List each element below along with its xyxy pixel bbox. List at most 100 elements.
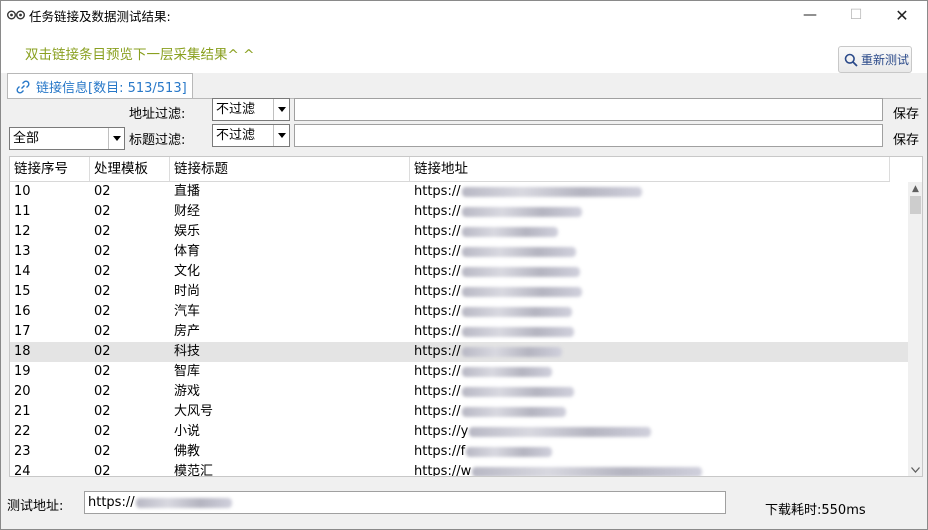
title-filter-label: 标题过滤: bbox=[129, 133, 186, 148]
table-row[interactable]: 13 02 体育 https:// bbox=[10, 242, 908, 262]
cell-title: 小说 bbox=[174, 424, 201, 439]
cell-index: 15 bbox=[14, 284, 31, 299]
chevron-down-icon bbox=[273, 125, 289, 146]
minimize-button[interactable]: — bbox=[787, 1, 833, 29]
address-filter-input[interactable] bbox=[294, 98, 883, 121]
cell-template: 02 bbox=[94, 444, 111, 459]
app-window: 任务链接及数据测试结果: — ☐ ✕ 双击链接条目预览下一层采集结果^ ^ 重新… bbox=[0, 0, 928, 530]
redacted-text bbox=[461, 246, 576, 257]
cell-index: 23 bbox=[14, 444, 31, 459]
window-title: 任务链接及数据测试结果: bbox=[29, 9, 171, 24]
redacted-text bbox=[461, 186, 642, 197]
maximize-icon: ☐ bbox=[849, 7, 863, 23]
cell-url: https:// bbox=[410, 362, 890, 382]
table-body: 10 02 直播 https:// 11 02 财经 https:// 12 02 娱乐 https:… bbox=[10, 182, 908, 477]
table-row[interactable]: 21 02 大风号 https:// bbox=[10, 402, 908, 422]
cell-url: https:// bbox=[410, 342, 890, 362]
redacted-text bbox=[461, 266, 580, 277]
title-bar: 任务链接及数据测试结果: — ☐ ✕ bbox=[1, 1, 927, 29]
title-filter-input[interactable] bbox=[294, 124, 883, 147]
cell-title: 科技 bbox=[174, 344, 201, 359]
cell-url: https:// bbox=[410, 402, 890, 422]
redacted-text bbox=[461, 206, 582, 217]
table-header: 链接序号 处理模板 链接标题 链接地址 bbox=[10, 157, 890, 182]
redacted-text bbox=[461, 326, 574, 337]
title-filter-select[interactable]: 不过滤 bbox=[212, 124, 290, 147]
column-header-url[interactable]: 链接地址 bbox=[410, 157, 890, 181]
title-filter-value: 不过滤 bbox=[216, 128, 256, 143]
cell-url: https:// bbox=[410, 242, 890, 262]
cell-title: 时尚 bbox=[174, 284, 201, 299]
cell-index: 13 bbox=[14, 244, 31, 259]
cell-template: 02 bbox=[94, 264, 111, 279]
cell-url: https:// bbox=[410, 202, 890, 222]
scroll-thumb[interactable] bbox=[910, 196, 921, 214]
scroll-down-icon[interactable] bbox=[908, 463, 922, 476]
cell-index: 14 bbox=[14, 264, 31, 279]
table-row[interactable]: 12 02 娱乐 https:// bbox=[10, 222, 908, 242]
table-row[interactable]: 17 02 房产 https:// bbox=[10, 322, 908, 342]
table-row[interactable]: 10 02 直播 https:// bbox=[10, 182, 908, 202]
cell-template: 02 bbox=[94, 424, 111, 439]
link-icon bbox=[16, 79, 30, 94]
chevron-down-icon bbox=[108, 128, 124, 149]
redacted-text bbox=[461, 286, 582, 297]
retest-button[interactable]: 重新测试 bbox=[838, 46, 912, 73]
address-save-button[interactable]: 保存 bbox=[893, 103, 919, 122]
cell-title: 模范汇 bbox=[174, 464, 214, 477]
table-row[interactable]: 11 02 财经 https:// bbox=[10, 202, 908, 222]
cell-url: https:// bbox=[410, 302, 890, 322]
redacted-text bbox=[461, 386, 574, 397]
column-header-title[interactable]: 链接标题 bbox=[170, 157, 410, 181]
cell-title: 大风号 bbox=[174, 404, 214, 419]
cell-template: 02 bbox=[94, 284, 111, 299]
table-row[interactable]: 18 02 科技 https:// bbox=[10, 342, 908, 362]
table-row[interactable]: 15 02 时尚 https:// bbox=[10, 282, 908, 302]
cell-url: https:// bbox=[410, 382, 890, 402]
cell-template: 02 bbox=[94, 224, 111, 239]
retest-label: 重新测试 bbox=[861, 53, 910, 67]
cell-title: 文化 bbox=[174, 264, 201, 279]
title-save-button[interactable]: 保存 bbox=[893, 129, 919, 148]
redacted-text bbox=[461, 226, 558, 237]
tab-link-info[interactable]: 链接信息[数目: 513/513] bbox=[7, 73, 193, 99]
table-row[interactable]: 20 02 游戏 https:// bbox=[10, 382, 908, 402]
scroll-up-icon[interactable]: ▲ bbox=[908, 182, 922, 196]
test-url-label: 测试地址: bbox=[7, 499, 64, 514]
close-button[interactable]: ✕ bbox=[879, 1, 925, 29]
cell-title: 直播 bbox=[174, 184, 201, 199]
cell-index: 17 bbox=[14, 324, 31, 339]
redacted-text bbox=[135, 497, 232, 508]
vertical-scrollbar[interactable]: ▲ bbox=[908, 182, 922, 476]
cell-url: https:// bbox=[410, 262, 890, 282]
category-select[interactable]: 全部 bbox=[9, 127, 125, 150]
maximize-button[interactable]: ☐ bbox=[833, 1, 879, 29]
column-header-template[interactable]: 处理模板 bbox=[90, 157, 170, 181]
search-icon bbox=[844, 53, 858, 67]
minimize-icon: — bbox=[803, 7, 817, 23]
redacted-text bbox=[469, 426, 652, 437]
address-filter-select[interactable]: 不过滤 bbox=[212, 98, 290, 121]
cell-title: 汽车 bbox=[174, 304, 201, 319]
table-row[interactable]: 22 02 小说 https://y bbox=[10, 422, 908, 442]
cell-url: https://w bbox=[410, 462, 890, 476]
table-row[interactable]: 14 02 文化 https:// bbox=[10, 262, 908, 282]
table-row[interactable]: 23 02 佛教 https://f bbox=[10, 442, 908, 462]
cell-template: 02 bbox=[94, 384, 111, 399]
cell-index: 19 bbox=[14, 364, 31, 379]
cell-template: 02 bbox=[94, 364, 111, 379]
cell-template: 02 bbox=[94, 184, 111, 199]
table-row[interactable]: 24 02 模范汇 https://w bbox=[10, 462, 908, 477]
test-url-field[interactable]: https:// bbox=[84, 491, 726, 514]
table-row[interactable]: 16 02 汽车 https:// bbox=[10, 302, 908, 322]
table-row[interactable]: 19 02 智库 https:// bbox=[10, 362, 908, 382]
cell-title: 房产 bbox=[174, 324, 201, 339]
cell-index: 21 bbox=[14, 404, 31, 419]
cell-index: 24 bbox=[14, 464, 31, 477]
redacted-text bbox=[461, 346, 562, 357]
column-header-index[interactable]: 链接序号 bbox=[10, 157, 90, 181]
download-time: 下载耗时:550ms bbox=[765, 503, 866, 518]
hint-area: 双击链接条目预览下一层采集结果^ ^ bbox=[1, 29, 927, 73]
cell-title: 游戏 bbox=[174, 384, 201, 399]
cell-index: 18 bbox=[14, 344, 31, 359]
